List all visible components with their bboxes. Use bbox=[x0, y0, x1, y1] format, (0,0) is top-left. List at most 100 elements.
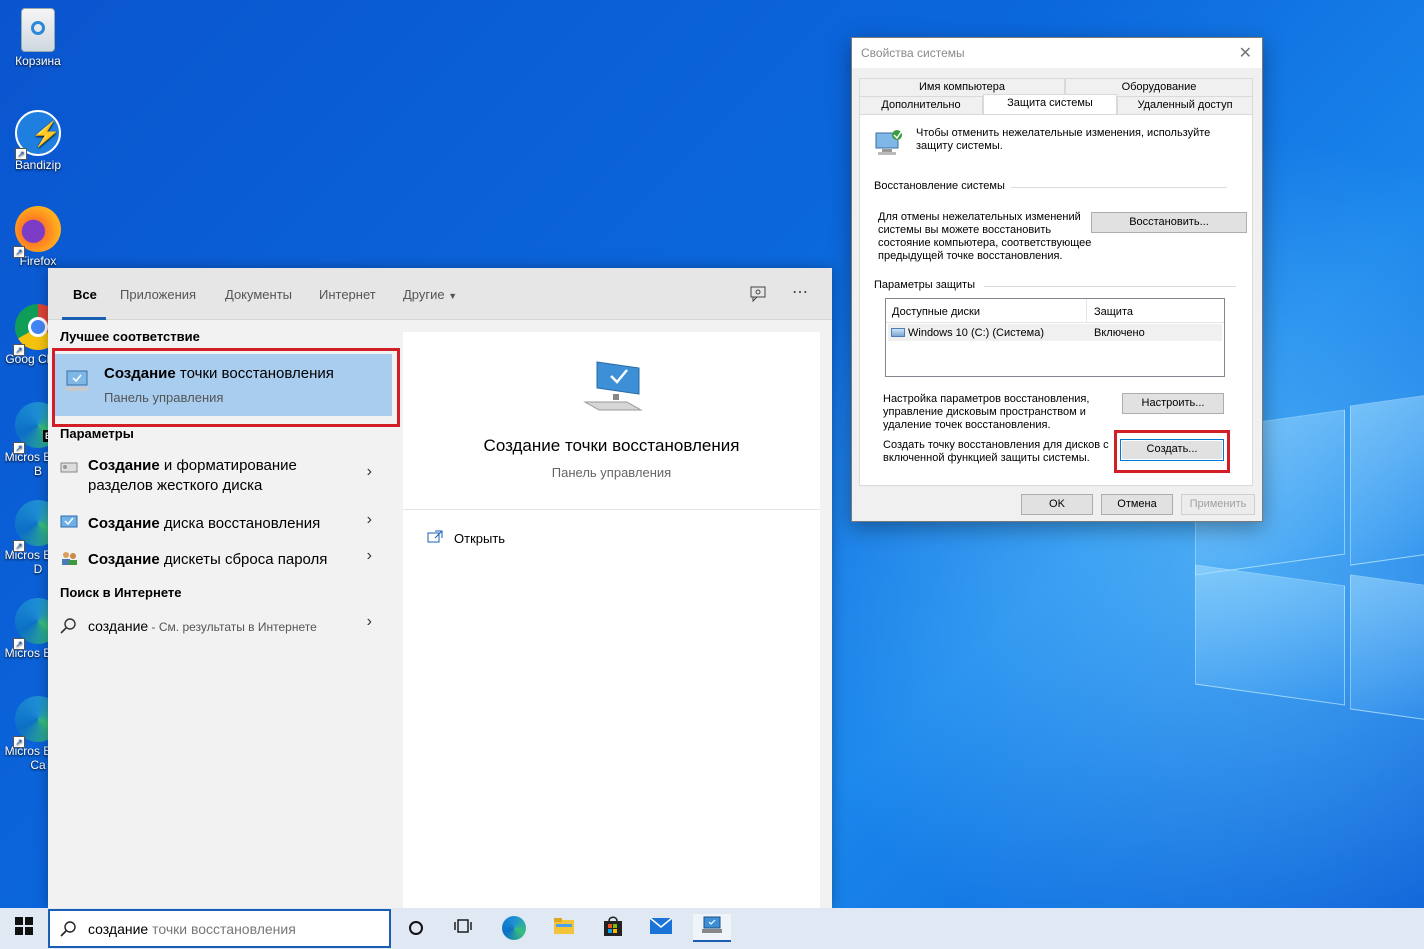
desktop: Корзина ⚡ ↗ Bandizip ↗ Firefox ↗ Goog Ch… bbox=[0, 0, 1424, 908]
preview-pane: Создание точки восстановления Панель упр… bbox=[403, 332, 820, 908]
start-button[interactable] bbox=[8, 914, 40, 942]
drive-protection-status: Включено bbox=[1094, 327, 1145, 339]
system-properties-taskbar-button[interactable] bbox=[693, 914, 731, 942]
store-button[interactable] bbox=[597, 914, 629, 942]
task-view-icon bbox=[454, 918, 472, 939]
search-icon bbox=[60, 920, 78, 938]
intro-text: Чтобы отменить нежелательные изменения, … bbox=[916, 127, 1211, 152]
web-search-heading: Поиск в Интернете bbox=[60, 585, 182, 600]
tab-web[interactable]: Интернет bbox=[319, 287, 376, 302]
feedback-icon[interactable] bbox=[749, 285, 767, 303]
caret-down-icon: ▼ bbox=[448, 291, 458, 301]
list-item-label: Создание диска восстановления bbox=[88, 514, 320, 534]
dialog-titlebar[interactable]: Свойства системы ✕ bbox=[852, 38, 1262, 68]
settings-heading: Параметры bbox=[60, 426, 134, 441]
best-match-item[interactable]: Создание точки восстановления Панель упр… bbox=[54, 354, 392, 416]
list-item-label-bold: Создание bbox=[88, 551, 160, 568]
column-divider[interactable] bbox=[1086, 299, 1087, 323]
preview-title: Создание точки восстановления bbox=[483, 436, 740, 455]
shortcut-arrow-icon: ↗ bbox=[13, 736, 25, 748]
divider bbox=[403, 509, 820, 510]
table-header: Доступные диски Защита bbox=[886, 299, 1224, 323]
tab-all[interactable]: Все bbox=[73, 287, 97, 302]
users-icon bbox=[60, 551, 78, 565]
more-options-icon[interactable]: ⋯ bbox=[792, 282, 808, 302]
tab-panel: Чтобы отменить нежелательные изменения, … bbox=[859, 114, 1253, 486]
configure-button[interactable]: Настроить... bbox=[1122, 393, 1224, 414]
list-item[interactable]: Создание диска восстановления › bbox=[48, 511, 392, 539]
chevron-right-icon: › bbox=[366, 613, 372, 630]
shortcut-arrow-icon: ↗ bbox=[13, 638, 25, 650]
wallpaper-pane bbox=[1350, 574, 1424, 721]
tab-other[interactable]: Другие ▼ bbox=[403, 287, 457, 302]
search-query: создание точки восстановления bbox=[88, 921, 296, 937]
shortcut-arrow-icon: ↗ bbox=[13, 344, 25, 356]
create-button[interactable]: Создать... bbox=[1120, 439, 1224, 461]
search-icon bbox=[60, 617, 78, 635]
dialog-title: Свойства системы bbox=[861, 46, 965, 60]
disk-management-icon bbox=[60, 460, 78, 474]
wallpaper-pane bbox=[1350, 394, 1424, 566]
best-match-title: Создание точки восстановления bbox=[104, 365, 334, 382]
tab-system-protection[interactable]: Защита системы bbox=[983, 94, 1117, 114]
search-tabs-bar: Все Приложения Документы Интернет Другие… bbox=[48, 268, 832, 320]
restore-point-large-icon bbox=[583, 358, 643, 414]
web-search-query: создание bbox=[88, 618, 149, 634]
chevron-right-icon: › bbox=[366, 463, 372, 480]
protection-group-label: Параметры защиты bbox=[874, 279, 975, 291]
tab-advanced[interactable]: Дополнительно bbox=[859, 96, 983, 114]
desktop-icon-firefox[interactable]: ↗ Firefox bbox=[0, 206, 76, 268]
taskbar: создание точки восстановления bbox=[0, 908, 1424, 949]
apply-button[interactable]: Применить bbox=[1181, 494, 1255, 515]
results-list: Лучшее соответствие Создание точки восст… bbox=[48, 321, 392, 908]
create-text: Создать точку восстановления для дисков … bbox=[883, 439, 1109, 464]
list-item-label: Создание и форматирование разделов жестк… bbox=[88, 456, 348, 496]
task-view-button[interactable] bbox=[447, 914, 479, 942]
list-item-label-bold: Создание bbox=[88, 457, 160, 474]
web-search-suffix: - См. результаты в Интернете bbox=[148, 620, 317, 634]
mail-icon bbox=[649, 916, 673, 940]
mail-button[interactable] bbox=[645, 914, 677, 942]
column-header-protection[interactable]: Защита bbox=[1094, 306, 1133, 318]
tab-remote-access[interactable]: Удаленный доступ bbox=[1117, 96, 1253, 114]
web-search-item[interactable]: создание - См. результаты в Интернете › bbox=[48, 613, 392, 641]
tab-other-label: Другие bbox=[403, 287, 445, 302]
open-action-label: Открыть bbox=[454, 531, 506, 546]
divider bbox=[984, 286, 1236, 287]
chevron-right-icon: › bbox=[366, 511, 372, 528]
shortcut-arrow-icon: ↗ bbox=[13, 246, 25, 258]
folder-icon bbox=[553, 917, 575, 940]
list-item-label-rest: диска восстановления bbox=[159, 515, 321, 532]
cancel-button[interactable]: Отмена bbox=[1101, 494, 1173, 515]
desktop-icon-bandizip[interactable]: ⚡ ↗ Bandizip bbox=[0, 110, 76, 172]
divider bbox=[1011, 187, 1227, 188]
list-item-label-bold: Создание bbox=[88, 515, 160, 532]
list-item[interactable]: Создание дискеты сброса пароля › bbox=[48, 547, 392, 575]
edge-taskbar-button[interactable] bbox=[498, 914, 530, 942]
system-properties-dialog: Свойства системы ✕ Имя компьютера Оборуд… bbox=[851, 37, 1263, 522]
chevron-right-icon: › bbox=[366, 547, 372, 564]
desktop-icon-recycle-bin[interactable]: Корзина bbox=[0, 8, 76, 68]
open-action[interactable]: Открыть bbox=[425, 528, 625, 550]
ok-button[interactable]: OK bbox=[1021, 494, 1093, 515]
file-explorer-button[interactable] bbox=[548, 914, 580, 942]
column-header-drives[interactable]: Доступные диски bbox=[892, 306, 1088, 322]
cortana-icon bbox=[409, 921, 423, 935]
shortcut-arrow-icon: ↗ bbox=[13, 540, 25, 552]
search-panel: Все Приложения Документы Интернет Другие… bbox=[48, 268, 832, 908]
search-query-typed: создание bbox=[88, 921, 149, 937]
tab-documents[interactable]: Документы bbox=[225, 287, 292, 302]
table-row[interactable]: Windows 10 (C:) (Система) Включено bbox=[888, 324, 1222, 341]
drive-name: Windows 10 (C:) (Система) bbox=[908, 327, 1044, 339]
close-icon[interactable]: ✕ bbox=[1239, 43, 1252, 63]
configure-text: Настройка параметров восстановления, упр… bbox=[883, 393, 1090, 431]
list-item[interactable]: Создание и форматирование разделов жестк… bbox=[48, 453, 392, 503]
tab-apps[interactable]: Приложения bbox=[120, 287, 196, 302]
recovery-drive-icon bbox=[60, 515, 78, 529]
cortana-button[interactable] bbox=[400, 914, 432, 942]
system-properties-icon bbox=[700, 915, 724, 940]
recycle-bin-icon bbox=[21, 8, 55, 52]
list-item-label: Создание дискеты сброса пароля bbox=[88, 550, 327, 570]
taskbar-search-box[interactable]: создание точки восстановления bbox=[48, 909, 391, 948]
restore-button[interactable]: Восстановить... bbox=[1091, 212, 1247, 233]
